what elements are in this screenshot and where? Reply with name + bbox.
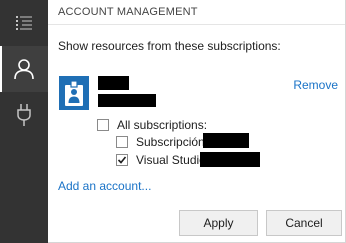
subscription-option[interactable]: Subscripción bbox=[116, 135, 205, 149]
subscription-label: Visual Studio bbox=[136, 153, 206, 167]
activity-sidebar bbox=[0, 0, 48, 243]
all-subscriptions-checkbox[interactable] bbox=[97, 119, 109, 131]
account-email-redacted bbox=[98, 94, 156, 107]
subscription-checkbox[interactable] bbox=[116, 136, 128, 148]
panel-title: ACCOUNT MANAGEMENT bbox=[58, 6, 198, 18]
id-badge-icon bbox=[59, 76, 89, 110]
subscription-option[interactable]: Visual Studio bbox=[116, 153, 206, 167]
apply-button[interactable]: Apply bbox=[179, 210, 258, 236]
sidebar-item-explorer[interactable] bbox=[0, 0, 48, 46]
list-icon bbox=[16, 16, 32, 30]
instruction-text: Show resources from these subscriptions: bbox=[58, 39, 281, 53]
account-management-panel: ACCOUNT MANAGEMENT Show resources from t… bbox=[48, 0, 346, 243]
account-name-redacted bbox=[98, 76, 129, 90]
all-subscriptions-option[interactable]: All subscriptions: bbox=[97, 118, 207, 132]
plug-icon bbox=[17, 104, 31, 126]
all-subscriptions-label: All subscriptions: bbox=[117, 118, 208, 132]
subscription-name-redacted bbox=[203, 133, 249, 148]
sidebar-item-connections[interactable] bbox=[0, 92, 48, 138]
subscription-label: Subscripción bbox=[136, 135, 205, 149]
remove-account-link[interactable]: Remove bbox=[293, 78, 338, 92]
person-icon bbox=[14, 59, 34, 80]
subscription-name-redacted bbox=[200, 152, 260, 167]
checkmark-icon bbox=[117, 156, 127, 164]
cancel-button[interactable]: Cancel bbox=[266, 210, 342, 236]
add-account-link[interactable]: Add an account... bbox=[58, 179, 151, 193]
sidebar-item-account[interactable] bbox=[0, 46, 48, 92]
subscription-checkbox[interactable] bbox=[116, 154, 128, 166]
panel-header: ACCOUNT MANAGEMENT bbox=[48, 0, 345, 25]
